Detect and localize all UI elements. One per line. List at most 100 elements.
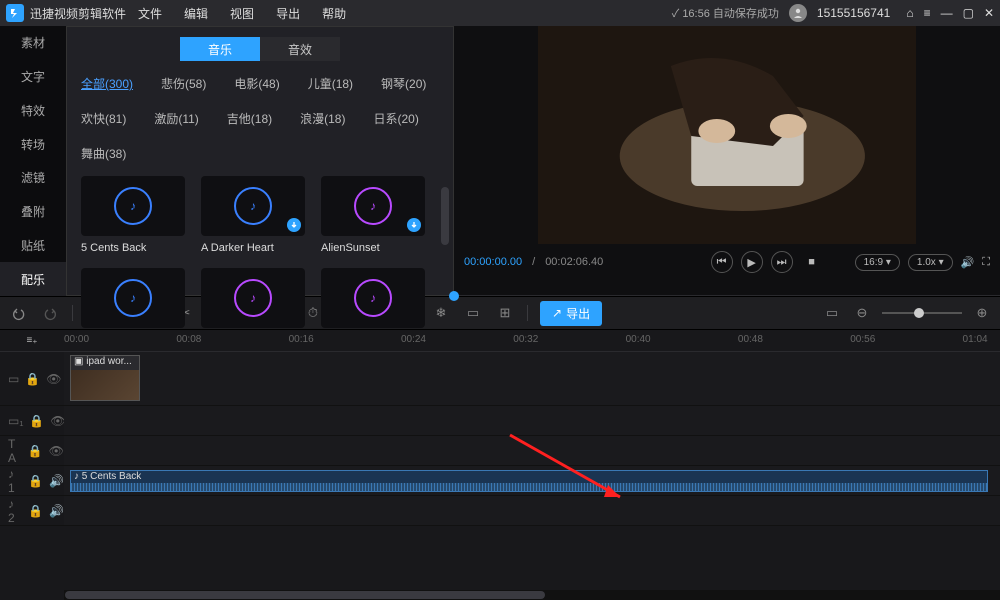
stop-button[interactable]: ■ bbox=[801, 251, 823, 273]
eye-icon[interactable]: 👁 bbox=[46, 372, 61, 386]
aspect-ratio-select[interactable]: 16:9 ▾ bbox=[855, 254, 900, 271]
next-frame-button[interactable]: ⏭ bbox=[771, 251, 793, 273]
home-icon[interactable]: ⌂ bbox=[906, 6, 913, 20]
library-scrollbar[interactable] bbox=[441, 187, 449, 245]
tab-music[interactable]: 音乐 bbox=[180, 37, 260, 61]
cat-all[interactable]: 全部(300) bbox=[81, 75, 133, 92]
timeline: ≡₊ 00:00 00:08 00:16 00:24 00:32 00:40 0… bbox=[0, 330, 1000, 600]
cat-kids[interactable]: 儿童(18) bbox=[308, 75, 353, 92]
cat-happy[interactable]: 欢快(81) bbox=[81, 110, 126, 127]
tick: 00:32 bbox=[513, 334, 538, 345]
sidebar-item-stickers[interactable]: 贴纸 bbox=[0, 229, 66, 263]
snap-button[interactable]: ⊞ bbox=[495, 303, 515, 323]
audio-track-1-body[interactable]: ♪ 5 Cents Back bbox=[64, 466, 1000, 495]
fit-window-icon[interactable]: ▭ bbox=[822, 303, 842, 323]
menu-file[interactable]: 文件 bbox=[138, 5, 162, 22]
fullscreen-icon[interactable]: ⛶ bbox=[982, 256, 990, 269]
audio-clip-name: 5 Cents Back bbox=[82, 471, 141, 482]
download-icon[interactable] bbox=[407, 218, 421, 232]
undo-button[interactable] bbox=[8, 303, 28, 323]
minimize-icon[interactable]: — bbox=[941, 6, 953, 20]
cat-movie[interactable]: 电影(48) bbox=[234, 75, 279, 92]
zoom-in-icon[interactable]: ⊕ bbox=[972, 303, 992, 323]
export-icon: ↗ bbox=[552, 306, 562, 320]
lock-icon[interactable]: 🔒 bbox=[28, 474, 43, 488]
track-card[interactable]: ♪ AlienSunset bbox=[321, 176, 425, 254]
cat-sad[interactable]: 悲伤(58) bbox=[161, 75, 206, 92]
track-name: A Darker Heart bbox=[201, 236, 305, 254]
cat-guitar[interactable]: 吉他(18) bbox=[227, 110, 272, 127]
sidebar-item-media[interactable]: 素材 bbox=[0, 26, 66, 60]
audio-track-icon[interactable]: ♪ 2 bbox=[8, 497, 22, 525]
video-track-icon[interactable]: ▭ bbox=[8, 372, 19, 386]
tick: 00:08 bbox=[176, 334, 201, 345]
track-card[interactable]: ♪ bbox=[81, 268, 185, 328]
sidebar-item-overlay[interactable]: 叠附 bbox=[0, 195, 66, 229]
close-icon[interactable]: ✕ bbox=[984, 6, 994, 20]
tick: 00:48 bbox=[738, 334, 763, 345]
timeline-h-scrollbar[interactable] bbox=[64, 590, 1000, 600]
speed-select[interactable]: 1.0x ▾ bbox=[908, 254, 953, 271]
lock-icon[interactable]: 🔒 bbox=[29, 414, 44, 428]
sidebar-item-filters[interactable]: 滤镜 bbox=[0, 161, 66, 195]
time-sep: / bbox=[532, 256, 535, 268]
audio-track-icon[interactable]: ♪ 1 bbox=[8, 467, 22, 495]
volume-icon[interactable]: 🔊 bbox=[961, 256, 975, 269]
eye-icon[interactable]: 👁 bbox=[49, 444, 64, 458]
cat-motivate[interactable]: 激励(11) bbox=[154, 110, 198, 127]
mute-icon[interactable]: 🔊 bbox=[49, 504, 64, 518]
cat-jp[interactable]: 日系(20) bbox=[373, 110, 418, 127]
download-icon[interactable] bbox=[287, 218, 301, 232]
track-card[interactable]: ♪ 5 Cents Back bbox=[81, 176, 185, 254]
export-button[interactable]: ↗ 导出 bbox=[540, 301, 602, 326]
left-sidebar: 素材 文字 特效 转场 滤镜 叠附 贴纸 配乐 bbox=[0, 26, 66, 296]
audio-track-2-body[interactable] bbox=[64, 496, 1000, 525]
redo-button[interactable] bbox=[40, 303, 60, 323]
lock-icon[interactable]: 🔒 bbox=[28, 504, 43, 518]
zoom-slider-knob[interactable] bbox=[914, 308, 924, 318]
mute-icon[interactable]: 🔊 bbox=[49, 474, 64, 488]
lock-icon[interactable]: 🔒 bbox=[28, 444, 43, 458]
app-title: 迅捷视频剪辑软件 bbox=[30, 5, 126, 22]
text-track-body[interactable] bbox=[64, 436, 1000, 465]
maximize-icon[interactable]: ▢ bbox=[963, 6, 974, 20]
cat-piano[interactable]: 钢琴(20) bbox=[381, 75, 426, 92]
music-library: 音乐 音效 全部(300) 悲伤(58) 电影(48) 儿童(18) 钢琴(20… bbox=[66, 26, 454, 296]
menu-export[interactable]: 导出 bbox=[276, 5, 300, 22]
lock-icon[interactable]: 🔒 bbox=[25, 372, 40, 386]
playhead-start-icon[interactable] bbox=[449, 291, 459, 301]
audio-clip[interactable]: ♪ 5 Cents Back bbox=[70, 470, 988, 492]
scrollbar-thumb[interactable] bbox=[65, 591, 545, 599]
sidebar-item-effects[interactable]: 特效 bbox=[0, 94, 66, 128]
time-ruler[interactable]: 00:00 00:08 00:16 00:24 00:32 00:40 00:4… bbox=[64, 330, 1000, 351]
sidebar-item-transitions[interactable]: 转场 bbox=[0, 127, 66, 161]
user-avatar-icon[interactable] bbox=[789, 4, 807, 22]
menu-edit[interactable]: 编辑 bbox=[184, 5, 208, 22]
track-options-icon[interactable]: ≡₊ bbox=[0, 330, 64, 351]
play-button[interactable]: ▶ bbox=[741, 251, 763, 273]
tab-sfx[interactable]: 音效 bbox=[260, 37, 340, 61]
text-track-icon[interactable]: T A bbox=[8, 437, 22, 465]
video-track-body[interactable]: ▣ ipad wor... bbox=[64, 352, 1000, 405]
track-card[interactable]: ♪ bbox=[201, 268, 305, 328]
sidebar-item-text[interactable]: 文字 bbox=[0, 60, 66, 94]
zoom-slider[interactable] bbox=[882, 312, 962, 314]
preview-video[interactable] bbox=[538, 26, 916, 244]
cat-dance[interactable]: 舞曲(38) bbox=[81, 145, 126, 162]
track-card[interactable]: ♪ A Darker Heart bbox=[201, 176, 305, 254]
hamburger-icon[interactable]: ≡ bbox=[924, 6, 931, 20]
video-clip[interactable]: ▣ ipad wor... bbox=[70, 355, 140, 401]
sidebar-item-music[interactable]: 配乐 bbox=[0, 262, 66, 296]
user-id[interactable]: 15155156741 bbox=[817, 6, 890, 20]
track-card[interactable]: ♪ bbox=[321, 268, 425, 328]
overlay-track-body[interactable] bbox=[64, 406, 1000, 435]
overlay-track-icon[interactable]: ▭₁ bbox=[8, 414, 23, 428]
tick: 00:56 bbox=[850, 334, 875, 345]
prev-frame-button[interactable]: ⏮ bbox=[711, 251, 733, 273]
cat-romance[interactable]: 浪漫(18) bbox=[300, 110, 345, 127]
zoom-out-icon[interactable]: ⊖ bbox=[852, 303, 872, 323]
menu-view[interactable]: 视图 bbox=[230, 5, 254, 22]
music-note-icon: ♪ bbox=[354, 279, 392, 317]
menu-help[interactable]: 帮助 bbox=[322, 5, 346, 22]
marker-button[interactable]: ▭ bbox=[463, 303, 483, 323]
